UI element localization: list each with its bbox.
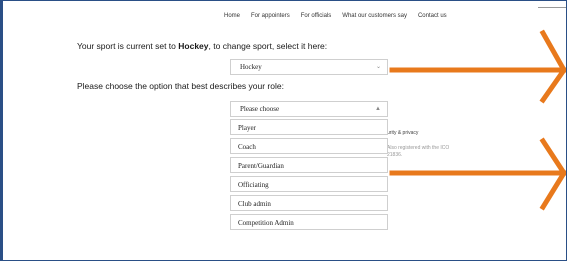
background-privacy-text: urity & privacy: [387, 130, 419, 136]
role-select[interactable]: Please choose ▲: [230, 101, 388, 117]
nav-contact-link[interactable]: Contact us: [418, 13, 447, 19]
sport-select-value: Hockey: [240, 63, 262, 71]
chevron-up-icon: ▲: [375, 106, 381, 112]
top-navigation: Home For appointers For officials What o…: [224, 13, 447, 19]
current-sport-text: Your sport is current set to Hockey, to …: [77, 41, 327, 51]
role-option-player[interactable]: Player: [230, 119, 388, 135]
background-ico-text: Also registered with the ICO: [387, 145, 450, 151]
background-number-text: 21836.: [387, 152, 403, 158]
nav-home-link[interactable]: Home: [224, 13, 240, 19]
nav-customers-link[interactable]: What our customers say: [342, 13, 407, 19]
role-option-competition-admin[interactable]: Competition Admin: [230, 214, 388, 230]
sport-suffix: , to change sport, select it here:: [208, 41, 328, 51]
role-options-list: Player Coach Parent/Guardian Officiating…: [230, 119, 388, 233]
role-option-club-admin[interactable]: Club admin: [230, 195, 388, 211]
role-select-placeholder: Please choose: [240, 105, 280, 113]
nav-officials-link[interactable]: For officials: [301, 13, 332, 19]
sport-prefix: Your sport is current set to: [77, 41, 179, 51]
role-option-coach[interactable]: Coach: [230, 138, 388, 154]
role-option-officiating[interactable]: Officiating: [230, 176, 388, 192]
nav-appointers-link[interactable]: For appointers: [251, 13, 290, 19]
arrow-right-icon: [389, 29, 566, 104]
sport-select[interactable]: Hockey ⌄: [230, 59, 388, 75]
page-frame: Home For appointers For officials What o…: [0, 0, 567, 261]
role-prompt: Please choose the option that best descr…: [77, 81, 284, 91]
role-option-parent-guardian[interactable]: Parent/Guardian: [230, 157, 388, 173]
chevron-down-icon: ⌄: [375, 64, 381, 70]
current-sport-name: Hockey: [178, 41, 209, 51]
nav-divider: [538, 7, 566, 8]
